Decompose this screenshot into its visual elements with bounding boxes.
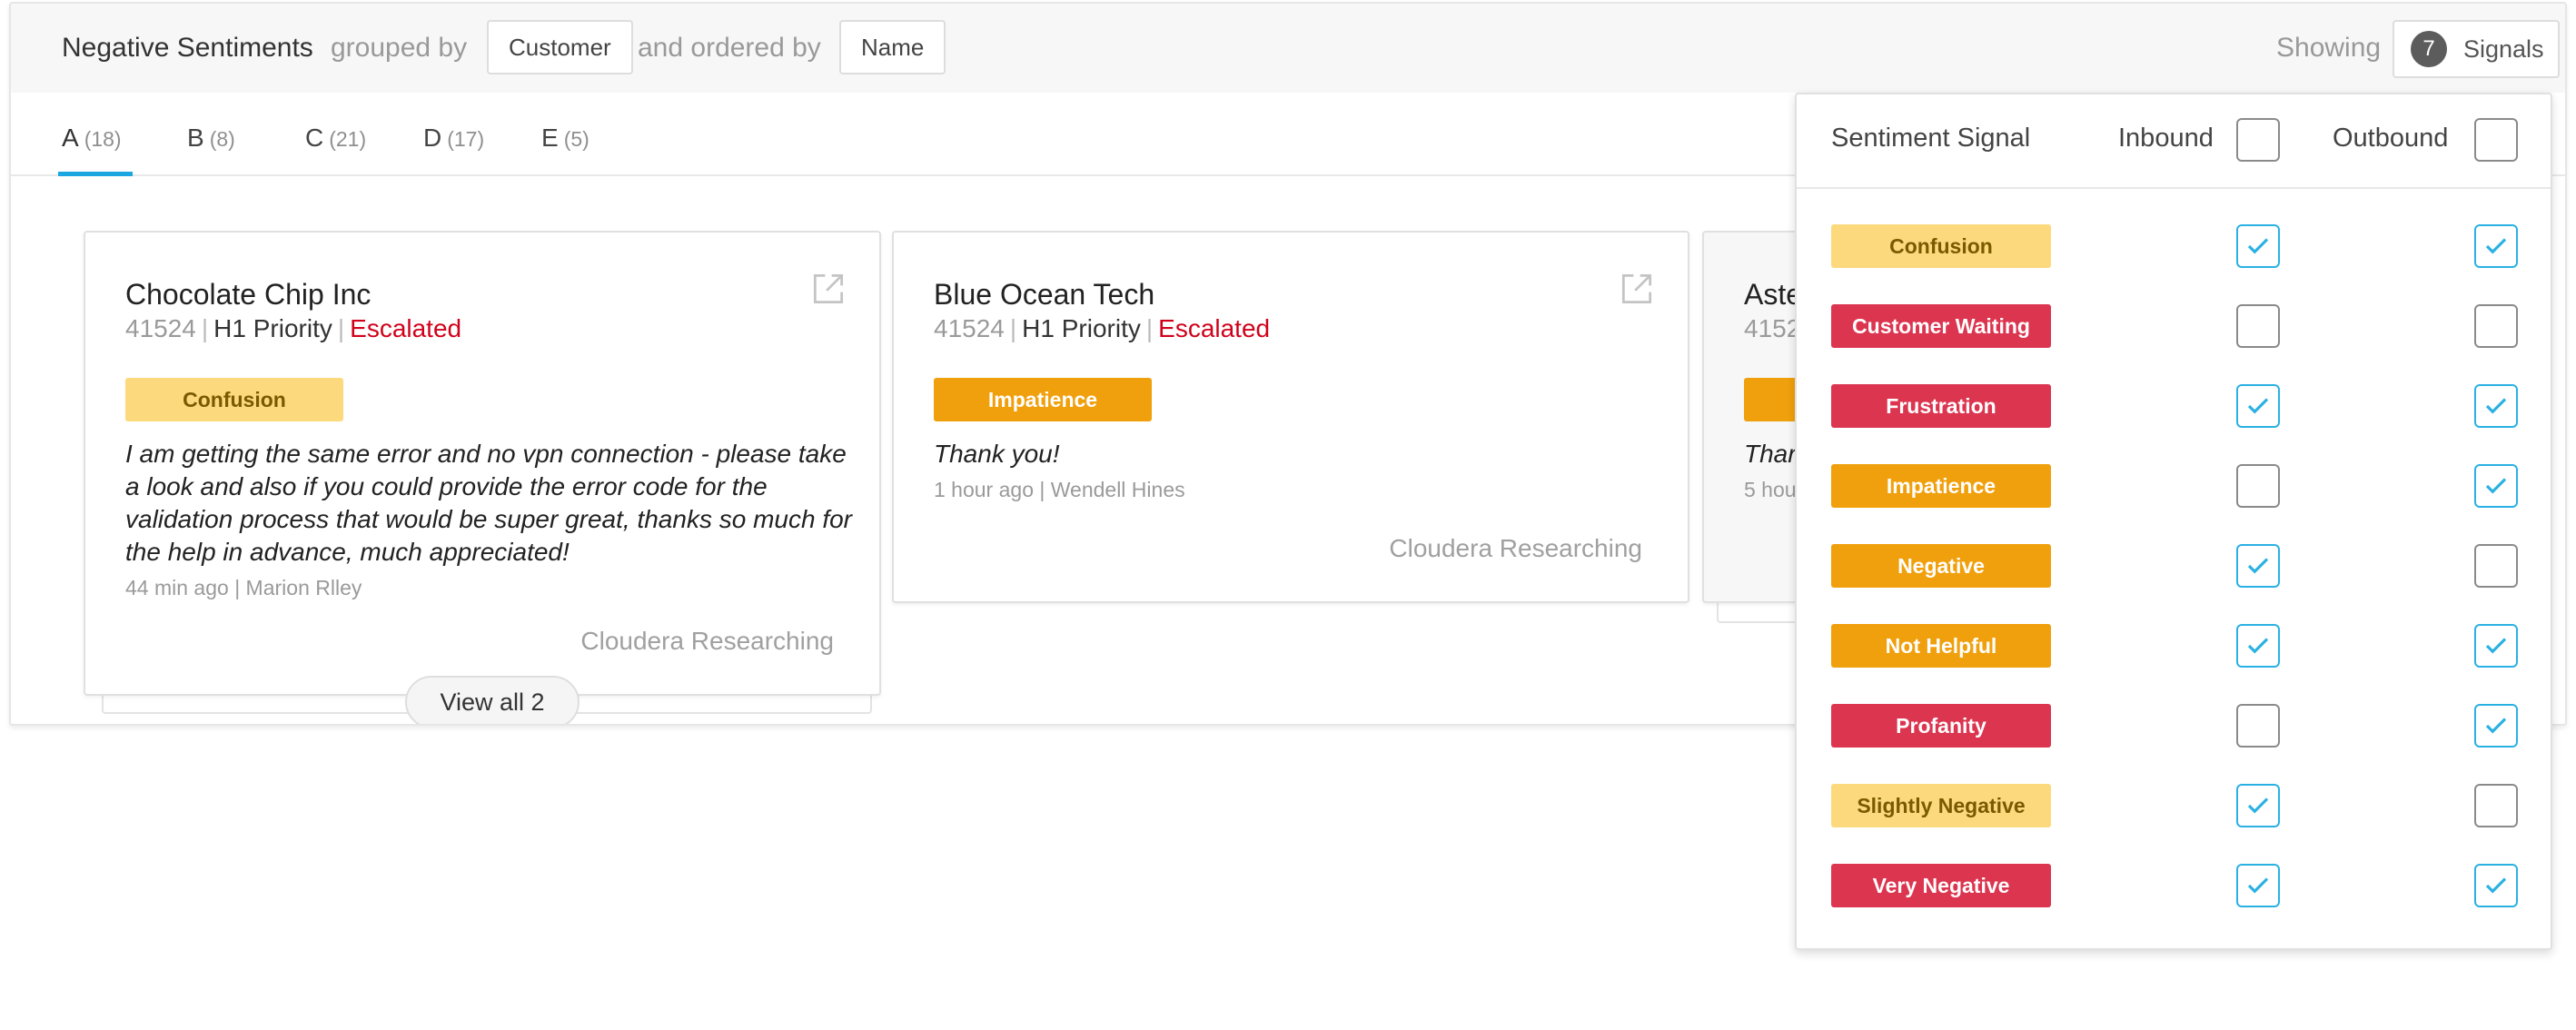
ticket-id: 4152	[1744, 314, 1801, 342]
inbound-checkbox[interactable]	[2236, 864, 2280, 907]
tab-a[interactable]: A (18)	[62, 124, 122, 153]
outbound-checkbox[interactable]	[2474, 384, 2518, 428]
group-by-select[interactable]: Customer	[487, 20, 633, 74]
signal-row: Confusion	[1797, 207, 2551, 287]
status-escalated: Escalated	[1158, 314, 1271, 342]
tab-count: (18)	[84, 127, 122, 151]
card-title: Chocolate Chip Inc	[125, 278, 372, 311]
outbound-select-all-checkbox[interactable]	[2474, 118, 2518, 162]
signals-label: Signals	[2463, 35, 2544, 63]
dropdown-header: Sentiment Signal Inbound Outbound	[1797, 94, 2551, 189]
outbound-checkbox[interactable]	[2474, 864, 2518, 907]
inbound-checkbox[interactable]	[2236, 544, 2280, 588]
tab-label: E	[541, 124, 559, 152]
signal-row: Slightly Negative	[1797, 767, 2551, 847]
tab-count: (17)	[447, 127, 485, 151]
inbound-checkbox[interactable]	[2236, 224, 2280, 268]
inbound-checkbox[interactable]	[2236, 624, 2280, 668]
signal-row: Profanity	[1797, 687, 2551, 767]
inbound-select-all-checkbox[interactable]	[2236, 118, 2280, 162]
inbound-checkbox[interactable]	[2236, 464, 2280, 508]
priority: H1 Priority	[1022, 314, 1141, 342]
signal-tag: Profanity	[1831, 704, 2051, 748]
message-text: I am getting the same error and no vpn c…	[125, 440, 852, 566]
tab-label: C	[305, 124, 324, 152]
card-title: Blue Ocean Tech	[934, 278, 1155, 311]
outbound-checkbox[interactable]	[2474, 304, 2518, 348]
inbound-checkbox[interactable]	[2236, 704, 2280, 748]
order-by-value: Name	[861, 33, 925, 61]
ticket-id: 41524	[934, 314, 1005, 342]
signal-tag: Very Negative	[1831, 864, 2051, 907]
signal-row: Customer Waiting	[1797, 287, 2551, 367]
signals-count-badge: 7	[2411, 31, 2447, 67]
signal-row: Negative	[1797, 527, 2551, 607]
tab-d[interactable]: D (17)	[423, 124, 484, 153]
message-time-author: 5 hou	[1744, 478, 1797, 501]
status-escalated: Escalated	[350, 314, 462, 342]
card-title: Aste	[1744, 278, 1803, 311]
panel-header: Negative Sentiments grouped by Customer …	[11, 4, 2565, 93]
tab-label: A	[62, 124, 79, 152]
signal-tag: Customer Waiting	[1831, 304, 2051, 348]
signal-tag: Slightly Negative	[1831, 784, 2051, 827]
column-inbound: Inbound	[2118, 124, 2214, 153]
signal-tag: Not Helpful	[1831, 624, 2051, 668]
outbound-checkbox[interactable]	[2474, 624, 2518, 668]
tab-count: (8)	[209, 127, 235, 151]
showing-label: Showing	[2276, 33, 2382, 63]
organization: Cloudera Researching	[1389, 534, 1642, 562]
outbound-checkbox[interactable]	[2474, 224, 2518, 268]
signals-button[interactable]: 7 Signals	[2393, 20, 2560, 78]
message-time-author: 44 min ago | Marion Rlley	[125, 576, 362, 599]
outbound-checkbox[interactable]	[2474, 704, 2518, 748]
column-sentiment-signal: Sentiment Signal	[1831, 124, 2031, 153]
inbound-checkbox[interactable]	[2236, 304, 2280, 348]
card-meta: 41524 | H1 Priority | Escalated	[934, 314, 1271, 342]
sentiment-tag: Confusion	[125, 378, 343, 421]
sentiment-card[interactable]: Blue Ocean Tech 41524 | H1 Priority | Escala…	[892, 231, 1689, 603]
tab-count: (21)	[329, 127, 367, 151]
signal-tag: Impatience	[1831, 464, 2051, 508]
signal-tag: Negative	[1831, 544, 2051, 588]
view-all-button[interactable]: View all 2	[405, 676, 580, 724]
tab-count: (5)	[563, 127, 590, 151]
page-title: Negative Sentiments	[62, 33, 313, 63]
signal-tag: Frustration	[1831, 384, 2051, 428]
tab-label: B	[187, 124, 204, 152]
external-link-icon[interactable]	[1617, 269, 1657, 309]
outbound-checkbox[interactable]	[2474, 784, 2518, 827]
outbound-checkbox[interactable]	[2474, 464, 2518, 508]
message-text: Thank you!	[934, 440, 1060, 468]
sentiment-tag: Impatience	[934, 378, 1152, 421]
tab-b[interactable]: B (8)	[187, 124, 235, 153]
external-link-icon[interactable]	[808, 269, 848, 309]
signal-row: Impatience	[1797, 447, 2551, 527]
group-by-value: Customer	[509, 33, 611, 61]
card-meta: 4152	[1744, 314, 1800, 343]
ordered-by-label: and ordered by	[638, 33, 821, 63]
signal-row: Frustration	[1797, 367, 2551, 447]
grouped-by-label: grouped by	[331, 33, 468, 63]
tab-label: D	[423, 124, 442, 152]
signal-tag: Confusion	[1831, 224, 2051, 268]
signal-row: Very Negative	[1797, 847, 2551, 926]
signal-row: Not Helpful	[1797, 607, 2551, 687]
ticket-id: 41524	[125, 314, 196, 342]
organization: Cloudera Researching	[580, 627, 834, 655]
column-outbound: Outbound	[2333, 124, 2449, 153]
priority: H1 Priority	[213, 314, 332, 342]
tab-c[interactable]: C (21)	[305, 124, 366, 153]
outbound-checkbox[interactable]	[2474, 544, 2518, 588]
active-tab-indicator	[58, 172, 133, 176]
sentiment-card[interactable]: Chocolate Chip Inc 41524 | H1 Priority | Esc…	[84, 231, 881, 696]
card-meta: 41524 | H1 Priority | Escalated	[125, 314, 462, 342]
message-time-author: 1 hour ago | Wendell Hines	[934, 478, 1185, 501]
inbound-checkbox[interactable]	[2236, 384, 2280, 428]
order-by-select[interactable]: Name	[839, 20, 946, 74]
tab-e[interactable]: E (5)	[541, 124, 590, 153]
inbound-checkbox[interactable]	[2236, 784, 2280, 827]
signals-dropdown: Sentiment Signal Inbound Outbound Confus…	[1795, 93, 2552, 950]
